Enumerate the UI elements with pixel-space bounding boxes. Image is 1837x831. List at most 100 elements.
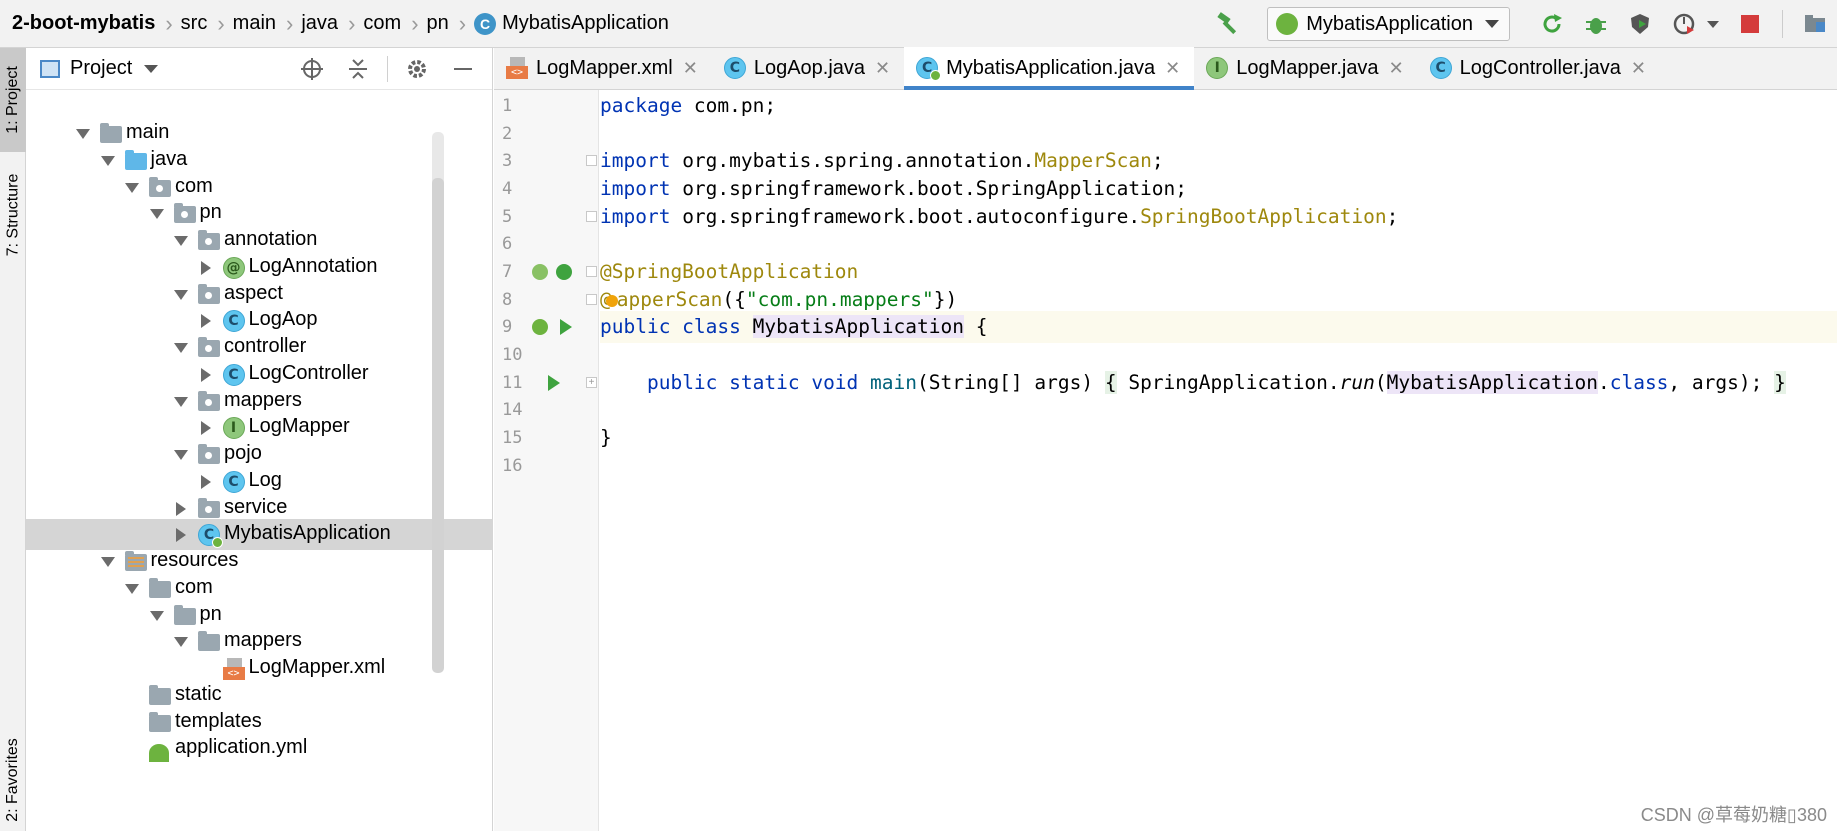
tree-item-label: mappers <box>224 388 302 411</box>
breadcrumb-main[interactable]: › main <box>207 0 276 48</box>
folder-icon <box>198 631 220 652</box>
close-icon[interactable]: ✕ <box>1631 58 1646 79</box>
expand-arrow-icon[interactable] <box>149 209 164 220</box>
tree-item-label: templates <box>175 709 262 732</box>
collapse-arrow-icon[interactable] <box>200 260 211 275</box>
collapse-all-icon[interactable] <box>345 56 371 82</box>
breadcrumb-project[interactable]: 2-boot-mybatis <box>0 0 155 48</box>
run-main-icon[interactable] <box>548 375 560 391</box>
breadcrumb-src[interactable]: › src <box>155 0 207 48</box>
close-icon[interactable]: ✕ <box>1389 58 1404 79</box>
tree-item-label: MybatisApplication <box>224 522 391 545</box>
expand-arrow-icon[interactable] <box>174 637 188 648</box>
chevron-right-icon: › <box>458 10 467 36</box>
editor-tab[interactable]: C LogAop.java ✕ <box>712 47 904 89</box>
fold-marker-icon[interactable] <box>586 155 597 166</box>
expand-arrow-icon[interactable] <box>76 129 90 139</box>
fold-expand-icon[interactable]: + <box>586 377 597 388</box>
fold-marker-icon[interactable] <box>586 294 597 305</box>
line-number: 6 <box>502 234 513 254</box>
debug-icon[interactable] <box>1582 10 1610 38</box>
profiler-icon[interactable] <box>1670 10 1698 38</box>
expand-arrow-icon[interactable] <box>174 289 188 300</box>
spring-run-icon[interactable] <box>556 264 572 280</box>
collapse-arrow-icon[interactable] <box>200 314 211 329</box>
collapse-arrow-icon[interactable] <box>200 421 211 436</box>
code-line-9[interactable]: public class MybatisApplication { <box>600 311 1837 343</box>
editor-tabs: <> LogMapper.xml ✕ C LogAop.java ✕ C MybatisApp… <box>494 47 1837 90</box>
editor-tab-label: LogAop.java <box>753 56 866 79</box>
expand-arrow-icon[interactable] <box>174 236 188 246</box>
editor-tab-label: LogController.java <box>1459 56 1621 79</box>
editor-tab[interactable]: C LogController.java ✕ <box>1418 47 1660 89</box>
expand-arrow-icon[interactable] <box>100 557 115 567</box>
chevron-down-icon[interactable] <box>144 64 159 73</box>
spring-boot-class-icon: C <box>198 524 223 549</box>
collapse-arrow-icon[interactable] <box>176 501 186 516</box>
bean-icon[interactable] <box>532 264 548 280</box>
breadcrumb-java[interactable]: › java <box>276 0 338 48</box>
breadcrumb-com[interactable]: › com <box>338 0 401 48</box>
run-configuration-select[interactable]: MybatisApplication <box>1267 7 1510 41</box>
stop-icon[interactable] <box>1736 10 1764 38</box>
expand-arrow-icon[interactable] <box>125 182 139 193</box>
code-line-11[interactable]: public static void main(String[] args) {… <box>600 367 1837 399</box>
collapse-arrow-icon[interactable] <box>200 367 211 382</box>
breadcrumb-class[interactable]: › C MybatisApplication <box>449 0 669 48</box>
expand-arrow-icon[interactable] <box>100 155 115 166</box>
editor-tab[interactable]: C MybatisApplication.java ✕ <box>904 47 1195 90</box>
project-panel-header: Project <box>26 48 492 90</box>
breadcrumb-pn[interactable]: › pn <box>401 0 449 48</box>
line-number: 10 <box>502 345 523 365</box>
line-number: 7 <box>502 262 513 282</box>
expand-arrow-icon[interactable] <box>149 610 164 621</box>
spring-boot-class-icon[interactable] <box>532 319 548 335</box>
folder-icon <box>100 123 122 143</box>
expand-arrow-icon[interactable] <box>174 396 188 407</box>
rerun-icon[interactable] <box>1538 10 1566 38</box>
close-icon[interactable]: ✕ <box>875 58 890 79</box>
tree-item-label: LogAop <box>248 308 318 331</box>
favorites-tool-tab[interactable]: 2: Favorites <box>0 728 26 831</box>
folder-icon <box>149 684 171 705</box>
editor-gutter: 1 2 3 4 5 6 7 8 9 10 11 14 15 16 + <box>494 90 599 831</box>
toolbar-divider <box>1782 10 1783 38</box>
folder-icon <box>173 604 196 625</box>
coverage-icon[interactable] <box>1626 10 1654 38</box>
project-panel-title[interactable]: Project <box>70 57 132 80</box>
expand-arrow-icon[interactable] <box>125 583 139 594</box>
expand-arrow-icon[interactable] <box>174 343 188 353</box>
code-line-1[interactable]: package com.pn; <box>600 90 1837 122</box>
project-tool-tab[interactable]: 1: Project <box>0 48 26 152</box>
code-line-5[interactable]: import org.springframework.boot.autoconf… <box>600 201 1837 233</box>
fold-marker-icon[interactable] <box>586 266 597 277</box>
tree-item-label: annotation <box>224 228 318 250</box>
code-line-15[interactable]: } <box>600 422 1837 454</box>
tree-item-label: com <box>175 174 213 197</box>
editor-tab[interactable]: I LogMapper.java ✕ <box>1194 47 1417 89</box>
chevron-down-icon <box>1485 20 1499 28</box>
fold-marker-icon[interactable] <box>586 211 597 222</box>
code-area[interactable]: package com.pn; import org.mybatis.sprin… <box>600 90 1837 831</box>
project-structure-icon[interactable] <box>1801 10 1829 38</box>
editor-tab[interactable]: <> LogMapper.xml ✕ <box>494 47 712 89</box>
tree-item-label: mappers <box>224 629 302 652</box>
locate-file-icon[interactable] <box>299 56 325 82</box>
close-icon[interactable]: ✕ <box>1165 58 1180 79</box>
hide-panel-icon[interactable] <box>450 56 476 82</box>
spring-boot-class-icon: C <box>916 57 942 81</box>
close-icon[interactable]: ✕ <box>683 58 698 79</box>
collapse-arrow-icon[interactable] <box>200 474 211 489</box>
collapse-arrow-icon[interactable] <box>176 528 186 543</box>
chevron-down-icon[interactable] <box>1706 10 1720 38</box>
run-class-icon[interactable] <box>560 319 572 335</box>
gear-icon[interactable] <box>404 56 430 82</box>
build-hammer-icon[interactable] <box>1213 9 1243 39</box>
structure-tool-tab[interactable]: 7: Structure <box>0 160 26 270</box>
scrollbar-thumb[interactable] <box>432 178 444 673</box>
source-folder-icon <box>124 149 147 170</box>
tree-item[interactable]: application.yml <box>26 733 493 764</box>
package-icon <box>173 203 196 224</box>
tree-item-label: pn <box>199 201 222 224</box>
expand-arrow-icon[interactable] <box>174 450 188 460</box>
